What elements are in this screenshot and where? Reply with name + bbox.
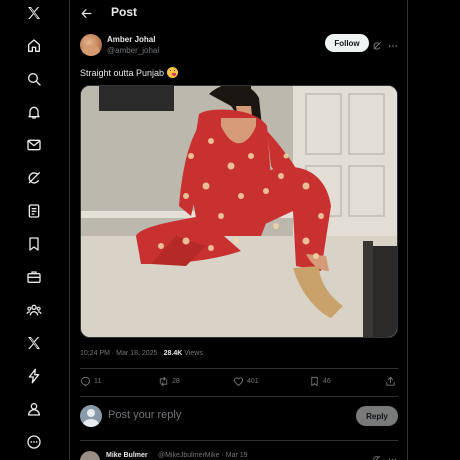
post-text-content: Straight outta Punjab [80, 67, 165, 78]
post-detail-column: Post Amber Johal @amber_johal Follow Str… [70, 0, 408, 460]
post-text: Straight outta Punjab [80, 67, 179, 78]
reply-input[interactable] [108, 409, 308, 421]
reply-count: 11 [94, 378, 102, 385]
repost-count: 28 [172, 378, 180, 385]
follow-button[interactable]: Follow [325, 34, 369, 52]
more-options-icon[interactable] [388, 38, 398, 48]
home-icon[interactable] [23, 35, 45, 57]
divider [80, 440, 398, 441]
heart-icon [233, 377, 244, 386]
bookmark-action[interactable]: 46 [309, 376, 331, 387]
back-arrow-icon[interactable] [78, 5, 94, 21]
grok-icon[interactable] [372, 38, 382, 50]
notifications-bell-icon[interactable] [23, 101, 45, 123]
more-options-icon[interactable] [388, 451, 397, 460]
reply-author-avatar[interactable] [80, 451, 100, 460]
current-user-avatar[interactable] [80, 405, 102, 427]
like-count: 401 [247, 378, 259, 385]
top-bar: Post [70, 0, 407, 26]
bookmarks-icon[interactable] [23, 233, 45, 255]
grok-icon[interactable] [372, 451, 381, 460]
photo-illustration [81, 86, 397, 337]
author-avatar[interactable] [80, 34, 102, 56]
messages-envelope-icon[interactable] [23, 134, 45, 156]
left-nav [0, 0, 70, 460]
reply-bubble-icon [80, 376, 91, 387]
divider [80, 396, 398, 397]
repost-action[interactable]: 28 [158, 376, 180, 387]
reply-author-meta[interactable]: @MikeJbulmerMike · Mar 19 [158, 452, 248, 459]
verified-orgs-lightning-icon[interactable] [23, 365, 45, 387]
search-icon[interactable] [23, 68, 45, 90]
lists-icon[interactable] [23, 200, 45, 222]
page-title: Post [111, 5, 138, 19]
post-meta: 10:24 PM · Mar 18, 2025 · 28.4K Views [80, 350, 203, 357]
views-count: 28.4K [163, 350, 183, 357]
views-label: Views [182, 350, 203, 357]
like-action[interactable]: 401 [233, 376, 259, 387]
smiling-face-emoji-icon [167, 67, 179, 78]
communities-icon[interactable] [23, 299, 45, 321]
share-action[interactable] [385, 376, 399, 387]
more-circle-icon[interactable] [23, 431, 45, 453]
author-handle[interactable]: @amber_johal [107, 46, 159, 55]
profile-icon[interactable] [23, 398, 45, 420]
post-timestamp[interactable]: 10:24 PM · Mar 18, 2025 · [80, 350, 164, 357]
share-icon [386, 376, 395, 386]
x-logo-icon[interactable] [23, 2, 45, 24]
author-name[interactable]: Amber Johal [107, 35, 155, 44]
grok-icon[interactable] [23, 167, 45, 189]
premium-x-icon[interactable] [23, 332, 45, 354]
divider [80, 368, 398, 369]
bookmark-icon [311, 376, 318, 387]
reply-action[interactable]: 11 [80, 376, 101, 387]
jobs-briefcase-icon[interactable] [23, 266, 45, 288]
repost-icon [159, 376, 168, 387]
reply-button[interactable]: Reply [356, 406, 398, 426]
reply-author-name[interactable]: Mike Bulmer [106, 452, 148, 459]
post-photo[interactable] [80, 85, 398, 338]
bookmark-count: 46 [323, 378, 331, 385]
post-actions: 11 28 401 46 [80, 376, 398, 390]
